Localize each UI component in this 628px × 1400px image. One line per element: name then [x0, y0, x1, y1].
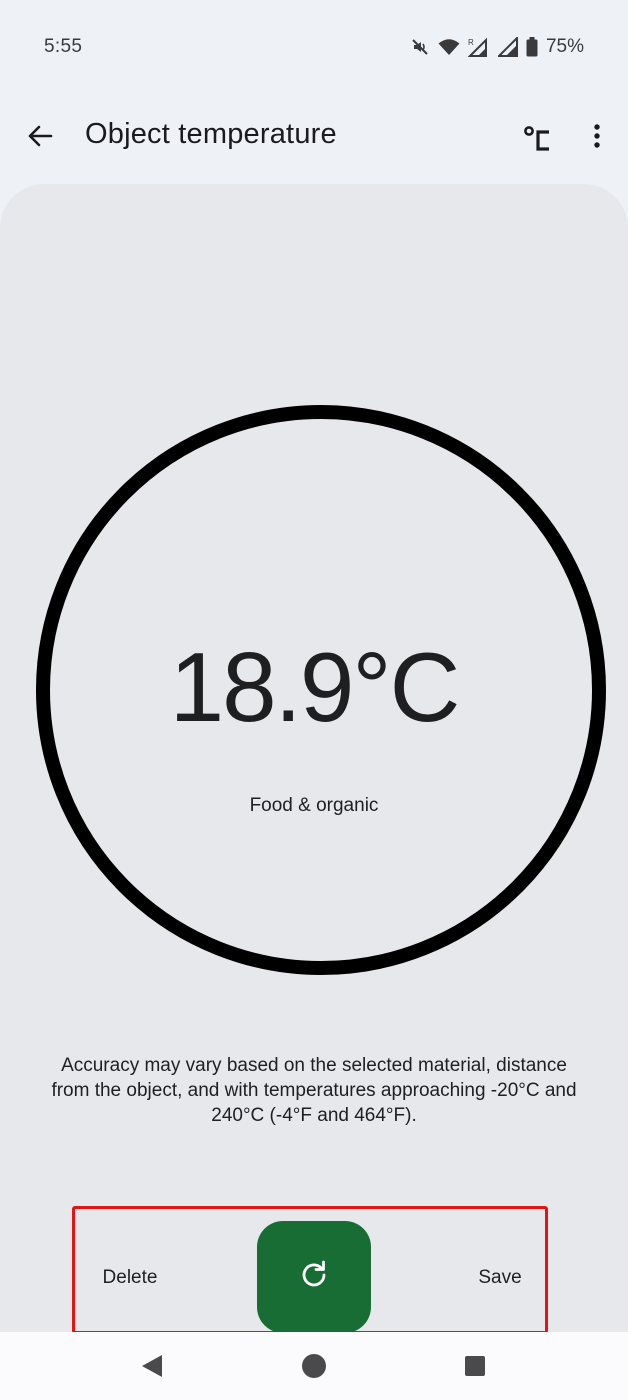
unit-toggle-button[interactable]	[516, 118, 560, 162]
app-bar: Object temperature	[0, 100, 628, 176]
status-time: 5:55	[44, 36, 83, 57]
navigation-bar	[0, 1332, 628, 1400]
page-title: Object temperature	[85, 118, 337, 150]
refresh-button[interactable]	[257, 1221, 371, 1333]
wifi-icon	[438, 38, 460, 56]
material-label[interactable]: Food & organic	[0, 795, 628, 817]
back-button[interactable]	[20, 114, 60, 162]
nav-back-icon[interactable]	[138, 1352, 166, 1380]
svg-text:R: R	[468, 38, 474, 47]
temperature-reading: 18.9°C	[169, 632, 461, 742]
arrow-back-icon	[26, 122, 54, 155]
more-vert-icon	[593, 123, 601, 154]
more-options-button[interactable]	[578, 116, 616, 160]
status-bar: 5:55 R 75%	[0, 0, 628, 90]
nav-home-icon[interactable]	[301, 1353, 327, 1379]
mute-icon	[410, 37, 430, 57]
battery-icon	[526, 37, 538, 57]
celsius-icon	[523, 124, 553, 157]
delete-button[interactable]: Delete	[88, 1258, 172, 1298]
accuracy-note: Accuracy may vary based on the selected …	[51, 1055, 577, 1126]
save-button[interactable]: Save	[466, 1258, 534, 1298]
signal-icon	[497, 37, 518, 57]
status-icons: R 75%	[410, 36, 584, 58]
battery-percent: 75%	[545, 36, 584, 57]
refresh-icon	[297, 1258, 331, 1297]
signal-roaming-icon: R	[467, 37, 490, 57]
nav-recents-icon[interactable]	[464, 1355, 486, 1377]
